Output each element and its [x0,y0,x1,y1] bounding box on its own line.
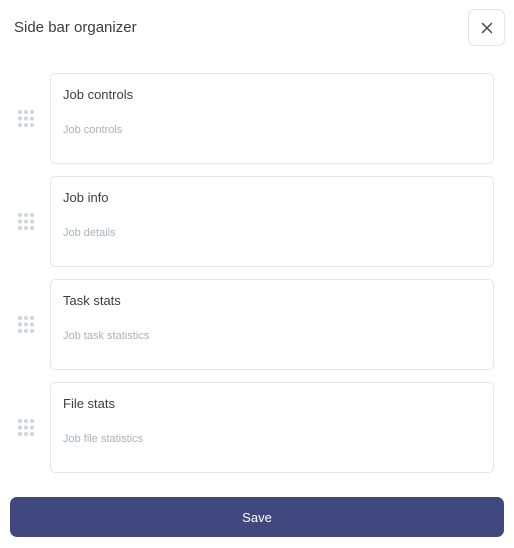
sidebar-item-subtitle: Job task statistics [63,330,150,342]
sidebar-item-card[interactable]: Job info Job details [50,176,494,267]
sidebar-item-subtitle: Job controls [63,124,123,136]
drag-handle-icon[interactable] [17,212,35,231]
sidebar-item-subtitle: Job file statistics [63,433,144,445]
sidebar-item-card[interactable]: Task stats Job task statistics [50,279,494,370]
sidebar-item-row: Job info Job details [0,176,514,267]
sidebar-item-row: File stats Job file statistics [0,382,514,473]
drag-handle-icon[interactable] [17,109,35,128]
sidebar-item-row: Job controls Job controls [0,73,514,164]
sidebar-item-row: Task stats Job task statistics [0,279,514,370]
close-icon [481,22,492,33]
save-button[interactable]: Save [10,497,504,537]
sidebar-item-title: Job controls [63,87,134,102]
drag-handle-icon[interactable] [17,315,35,334]
sidebar-item-card[interactable]: Job controls Job controls [50,73,494,164]
sidebar-item-title: Job info [63,190,109,205]
sidebar-item-card[interactable]: File stats Job file statistics [50,382,494,473]
sidebar-organizer-dialog: Side bar organizer Job controls Job cont… [0,0,514,548]
dialog-title: Side bar organizer [14,19,137,36]
sidebar-item-title: File stats [63,396,116,411]
sidebar-item-subtitle: Job details [63,227,116,239]
sidebar-item-title: Task stats [63,293,121,308]
drag-handle-icon[interactable] [17,418,35,437]
close-button[interactable] [468,9,505,46]
